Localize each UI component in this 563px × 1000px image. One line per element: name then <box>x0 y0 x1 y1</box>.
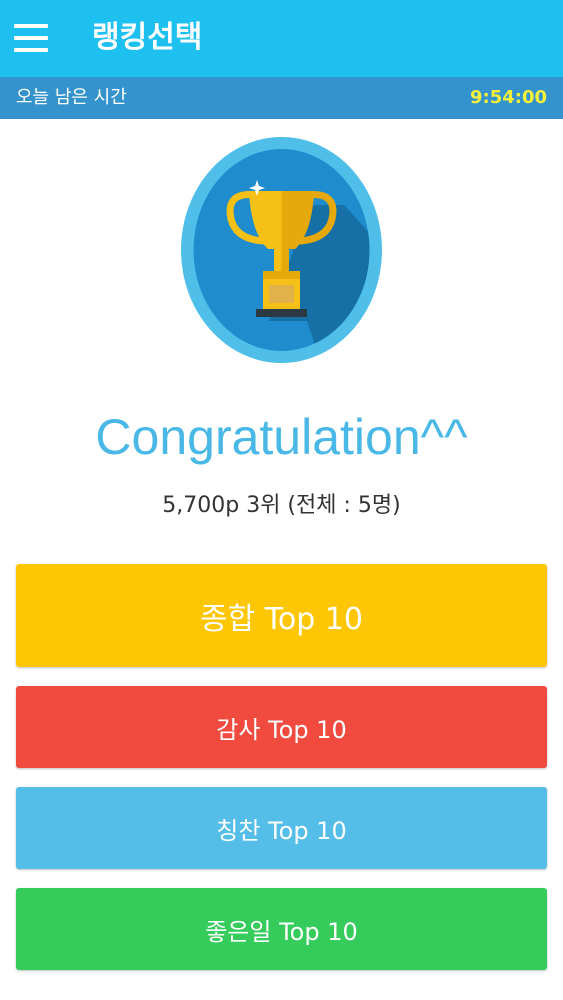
remaining-time-value: 9:54:00 <box>469 87 547 108</box>
remaining-time-label: 오늘 남은 시간 <box>16 87 127 108</box>
trophy-badge <box>181 137 382 363</box>
page-title: 랭킹선택 <box>92 20 203 55</box>
remaining-time-bar: 오늘 남은 시간 9:54:00 <box>0 77 563 119</box>
good-deed-top10-button[interactable]: 좋은일 Top 10 <box>16 888 547 970</box>
hamburger-menu-icon[interactable] <box>14 24 48 52</box>
good-deed-top10-label: 좋은일 Top 10 <box>205 917 358 946</box>
total-top10-label: 종합 Top 10 <box>199 601 364 637</box>
praise-top10-label: 칭찬 Top 10 <box>216 816 347 845</box>
trophy-icon <box>181 137 382 363</box>
praise-top10-button[interactable]: 칭찬 Top 10 <box>16 787 547 869</box>
score-summary: 5,700p 3위 (전체 : 5명) <box>162 493 401 518</box>
app-bar: 랭킹선택 <box>0 0 563 77</box>
thanks-top10-button[interactable]: 감사 Top 10 <box>16 686 547 768</box>
thanks-top10-label: 감사 Top 10 <box>216 715 347 744</box>
congratulation-headline: Congratulation^^ <box>95 409 468 465</box>
total-top10-button[interactable]: 종합 Top 10 <box>16 564 547 667</box>
